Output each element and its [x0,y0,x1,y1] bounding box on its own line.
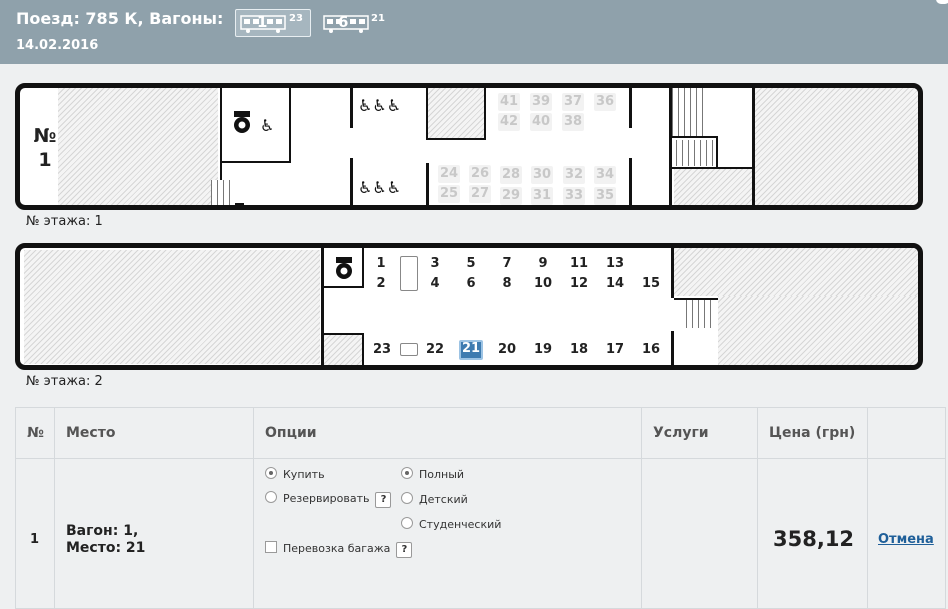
seat-1[interactable]: 1 [370,255,392,273]
seat-16[interactable]: 16 [640,341,662,359]
ticket-table: № Место Опции Услуги Цена (грн) 1 Вагон:… [15,407,946,609]
close-icon[interactable] [936,0,948,4]
seat-19[interactable]: 19 [532,341,554,359]
wagon-6-number: 6 [338,13,349,31]
seat-42: 42 [498,113,520,131]
seat-7[interactable]: 7 [496,255,518,273]
seat-36: 36 [594,93,616,111]
ticket-full-option[interactable]: Полный [401,467,464,481]
seat-4[interactable]: 4 [424,275,446,293]
buy-radio[interactable] [265,467,277,479]
stairs [672,88,706,138]
header-bar: Поезд: 785 К, Вагоны: 1 23 6 21 14.02.20… [0,0,948,64]
seat-41: 41 [498,93,520,111]
seat-18[interactable]: 18 [568,341,590,359]
floor-label-2: № этажа: 2 [26,374,103,389]
seat-26: 26 [469,165,491,183]
seat-35: 35 [594,187,616,205]
full-radio[interactable] [401,467,413,479]
reserve-option[interactable]: Резервировать? [265,491,392,508]
hatched-area [24,250,320,364]
seat-10[interactable]: 10 [532,275,554,293]
toilet-icon [232,110,252,140]
hatched-area [58,88,218,205]
seat-27: 27 [469,185,491,203]
seat-32: 32 [563,166,585,184]
seat-39: 39 [530,93,552,111]
table-icon [400,343,418,356]
reserve-radio[interactable] [265,491,277,503]
seat-24: 24 [438,165,460,183]
floor-label-1: № этажа: 1 [26,214,103,229]
seat-31: 31 [531,187,553,205]
baggage-option[interactable]: Перевозка багажа? [265,541,413,558]
seat-3[interactable]: 3 [424,255,446,273]
col-header-options: Опции [265,425,317,441]
toilet-compartment [220,88,291,163]
child-radio[interactable] [401,492,413,504]
car-number-value: 1 [38,149,52,171]
seat-22[interactable]: 22 [424,341,446,359]
ticket-child-option[interactable]: Детский [401,492,468,506]
wagon-6-free-seats: 21 [371,13,385,24]
car-floor-1: № 1 ♿ ♿♿♿ ♿♿♿ 41 39 37 36 42 40 38 24 26… [15,83,923,210]
seat-8[interactable]: 8 [496,275,518,293]
seat-28: 28 [500,166,522,184]
seat-21-selected[interactable]: 21 [459,340,483,360]
seat-17[interactable]: 17 [604,341,626,359]
price-value: 358,12 [773,527,855,551]
seat-29: 29 [500,187,522,205]
hatched-area [718,296,918,365]
wheelchair-icon: ♿♿♿ [358,96,402,115]
col-header-place: Место [66,425,116,441]
table-icon [400,256,418,291]
wagon-6-button[interactable]: 6 21 [318,9,390,37]
trip-date: 14.02.2016 [16,38,99,53]
seat-38: 38 [562,113,584,131]
train-title: Поезд: 785 К, Вагоны: [16,9,224,28]
seat-9[interactable]: 9 [532,255,554,273]
seat-33: 33 [563,187,585,205]
place-wagon: Вагон: 1, [66,523,139,539]
seat-23[interactable]: 23 [371,341,393,359]
baggage-checkbox[interactable] [265,541,277,553]
car-floor-2: 1 2 3 4 5 6 7 8 9 10 11 12 13 14 15 23 2… [15,243,923,370]
wagon-1-number: 1 [257,13,268,31]
help-icon[interactable]: ? [396,542,413,558]
seat-37: 37 [562,93,584,111]
seat-12[interactable]: 12 [568,275,590,293]
seat-6[interactable]: 6 [460,275,482,293]
seat-5[interactable]: 5 [460,255,482,273]
car-number-label: № [33,125,57,147]
ticket-student-option[interactable]: Студенческий [401,517,501,531]
hatched-area [755,88,918,205]
seat-40: 40 [530,113,552,131]
wagon-1-free-seats: 23 [289,13,303,24]
row-number: 1 [30,532,40,547]
cancel-link[interactable]: Отмена [878,532,934,547]
wheelchair-icon: ♿♿♿ [358,178,402,197]
stairs [686,298,716,328]
col-header-price: Цена (грн) [769,425,856,441]
seat-14[interactable]: 14 [604,275,626,293]
seat-25: 25 [438,185,460,203]
seat-2[interactable]: 2 [370,275,392,293]
stairs [211,180,235,205]
student-radio[interactable] [401,517,413,529]
seat-34: 34 [594,166,616,184]
toilet-icon [334,256,354,286]
wagon-1-button[interactable]: 1 23 [235,9,311,37]
help-icon[interactable]: ? [375,492,392,508]
buy-option[interactable]: Купить [265,467,325,481]
wheelchair-icon: ♿ [260,116,275,135]
seat-30: 30 [531,166,553,184]
seat-15[interactable]: 15 [640,275,662,293]
seat-13[interactable]: 13 [604,255,626,273]
place-seat: Место: 21 [66,540,146,556]
seat-20[interactable]: 20 [496,341,518,359]
seat-11[interactable]: 11 [568,255,590,273]
col-header-services: Услуги [653,425,709,441]
place-info: Вагон: 1, Место: 21 [66,523,145,557]
col-header-num: № [27,425,44,441]
